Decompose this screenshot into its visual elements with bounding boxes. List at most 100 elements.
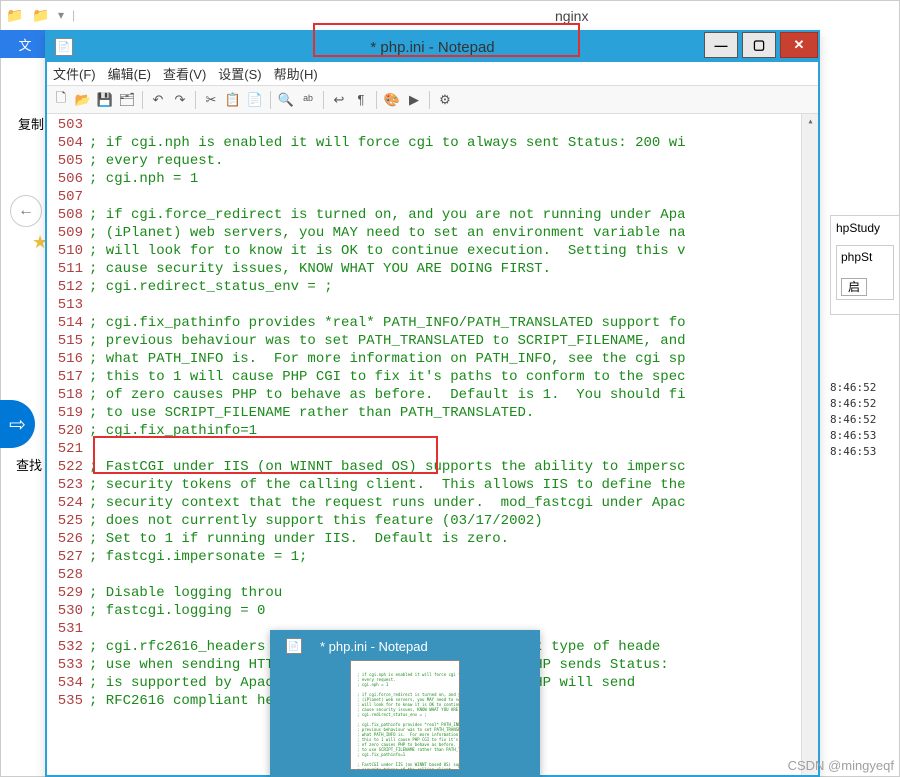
code-line[interactable]: ; cgi.fix_pathinfo=1 [89, 422, 818, 440]
line-number: 509 [47, 224, 83, 242]
toolbar-ws-icon[interactable]: ¶ [351, 90, 371, 110]
line-number: 518 [47, 386, 83, 404]
code-line[interactable]: ; does not currently support this featur… [89, 512, 818, 530]
right-panel-button[interactable]: 启 [841, 278, 867, 296]
right-panel-text: phpSt [841, 250, 872, 264]
line-number: 505 [47, 152, 83, 170]
toolbar-saveall-icon[interactable]: 🗂 [117, 90, 137, 110]
code-line[interactable] [89, 296, 818, 314]
line-number: 514 [47, 314, 83, 332]
toolbar-replace-icon[interactable]: ᵃᵇ [298, 90, 318, 110]
toolbar-open-icon[interactable]: 📂 [73, 90, 93, 110]
line-number: 521 [47, 440, 83, 458]
ribbon-tab-file[interactable]: 文 [0, 30, 50, 58]
code-line[interactable] [89, 116, 818, 134]
line-number: 534 [47, 674, 83, 692]
toolbar-run-icon[interactable]: ▶ [404, 90, 424, 110]
maximize-button[interactable]: ▢ [742, 32, 776, 58]
line-number: 512 [47, 278, 83, 296]
code-line[interactable]: ; if cgi.nph is enabled it will force cg… [89, 134, 818, 152]
right-panel-title: hpStudy [836, 221, 894, 235]
line-number: 531 [47, 620, 83, 638]
title-bar[interactable]: 📄 * php.ini - Notepad — ▢ ✕ [47, 32, 818, 62]
line-number: 520 [47, 422, 83, 440]
code-line[interactable]: ; security context that the request runs… [89, 494, 818, 512]
menu-item[interactable]: 文件(F) [53, 64, 96, 83]
dropdown-icon[interactable]: ▾ [58, 8, 64, 22]
folder-icon[interactable]: 📁 [6, 6, 24, 24]
log-time: 8:46:52 [830, 380, 900, 396]
code-line[interactable]: ; of zero causes PHP to behave as before… [89, 386, 818, 404]
code-line[interactable]: ; will look for to know it is OK to cont… [89, 242, 818, 260]
toolbar-wrap-icon[interactable]: ↩ [329, 90, 349, 110]
thumb-title: * php.ini - Notepad [320, 639, 428, 654]
log-time: 8:46:52 [830, 396, 900, 412]
code-line[interactable]: ; cgi.nph = 1 [89, 170, 818, 188]
code-line[interactable]: ; (iPlanet) web servers, you MAY need to… [89, 224, 818, 242]
code-line[interactable]: ; to use SCRIPT_FILENAME rather than PAT… [89, 404, 818, 422]
vertical-scrollbar[interactable]: ▴ [801, 114, 818, 775]
line-number: 529 [47, 584, 83, 602]
line-number: 524 [47, 494, 83, 512]
code-line[interactable]: ; Set to 1 if running under IIS. Default… [89, 530, 818, 548]
line-number: 510 [47, 242, 83, 260]
log-time: 8:46:52 [830, 412, 900, 428]
toolbar-separator [429, 91, 430, 109]
toolbar-paste-icon[interactable]: 📄 [245, 90, 265, 110]
code-line[interactable]: ; FastCGI under IIS (on WINNT based OS) … [89, 458, 818, 476]
taskbar-thumbnail[interactable]: 📄 * php.ini - Notepad ; if cgi.nph is en… [270, 630, 540, 777]
quick-access-toolbar: 📁 📁 ▾ | [2, 2, 79, 28]
toolbar-find-icon[interactable]: 🔍 [276, 90, 296, 110]
code-line[interactable]: ; what PATH_INFO is. For more informatio… [89, 350, 818, 368]
line-number: 513 [47, 296, 83, 314]
line-number: 507 [47, 188, 83, 206]
menu-item[interactable]: 查看(V) [163, 64, 206, 83]
code-line[interactable]: ; cgi.redirect_status_env = ; [89, 278, 818, 296]
code-line[interactable]: ; if cgi.force_redirect is turned on, an… [89, 206, 818, 224]
code-line[interactable]: ; cgi.fix_pathinfo provides *real* PATH_… [89, 314, 818, 332]
line-number: 511 [47, 260, 83, 278]
divider: | [72, 8, 75, 22]
toolbar: 🗋📂💾🗂 ↶↷ ✂📋📄 🔍ᵃᵇ ↩¶ 🎨▶ ⚙ [47, 86, 818, 114]
menu-item[interactable]: 帮助(H) [274, 64, 318, 83]
code-line[interactable]: ; fastcgi.logging = 0 [89, 602, 818, 620]
scroll-up-button[interactable]: ▴ [802, 114, 818, 131]
code-line[interactable]: ; fastcgi.impersonate = 1; [89, 548, 818, 566]
code-line[interactable] [89, 440, 818, 458]
menu-item[interactable]: 编辑(E) [108, 64, 151, 83]
menu-item[interactable]: 设置(S) [218, 64, 261, 83]
log-time: 8:46:53 [830, 444, 900, 460]
log-panel: 8:46:528:46:528:46:528:46:538:46:53 [830, 380, 900, 460]
menu-bar: 文件(F) 编辑(E) 查看(V) 设置(S) 帮助(H) [47, 62, 818, 86]
close-button[interactable]: ✕ [780, 32, 818, 58]
thumb-preview[interactable]: ; if cgi.nph is enabled it will force cg… [350, 660, 460, 770]
log-time: 8:46:53 [830, 428, 900, 444]
toolbar-undo-icon[interactable]: ↶ [148, 90, 168, 110]
window-controls: — ▢ ✕ [700, 32, 818, 58]
nav-back-button[interactable]: ← [10, 195, 42, 227]
code-line[interactable]: ; every request. [89, 152, 818, 170]
folder-icon[interactable]: 📁 [32, 6, 50, 24]
toolbar-copy-icon[interactable]: 📋 [223, 90, 243, 110]
toolbar-cut-icon[interactable]: ✂ [201, 90, 221, 110]
toolbar-separator [270, 91, 271, 109]
toolbar-redo-icon[interactable]: ↷ [170, 90, 190, 110]
toolbar-new-icon[interactable]: 🗋 [51, 90, 71, 110]
code-line[interactable] [89, 566, 818, 584]
minimize-button[interactable]: — [704, 32, 738, 58]
code-line[interactable]: ; cause security issues, KNOW WHAT YOU A… [89, 260, 818, 278]
line-number: 519 [47, 404, 83, 422]
toolbar-color-icon[interactable]: 🎨 [382, 90, 402, 110]
line-number: 530 [47, 602, 83, 620]
toolbar-separator [376, 91, 377, 109]
toolbar-save-icon[interactable]: 💾 [95, 90, 115, 110]
toolbar-opts-icon[interactable]: ⚙ [435, 90, 455, 110]
code-line[interactable]: ; this to 1 will cause PHP CGI to fix it… [89, 368, 818, 386]
code-line[interactable]: ; Disable logging throu [89, 584, 818, 602]
window-title: * php.ini - Notepad [370, 39, 494, 56]
code-line[interactable] [89, 188, 818, 206]
code-line[interactable]: ; security tokens of the calling client.… [89, 476, 818, 494]
code-line[interactable]: ; previous behaviour was to set PATH_TRA… [89, 332, 818, 350]
thumb-app-icon: 📄 [286, 638, 302, 654]
line-number: 533 [47, 656, 83, 674]
